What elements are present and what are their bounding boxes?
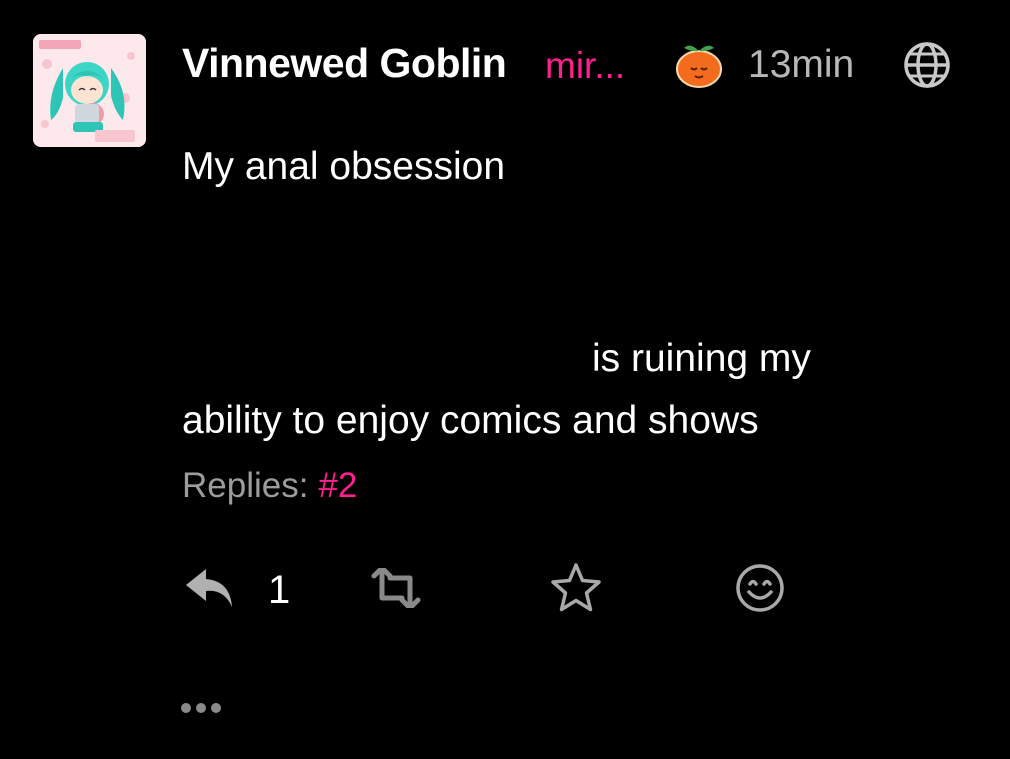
action-bar: 1 xyxy=(182,560,822,624)
boost-icon xyxy=(368,565,424,613)
reply-icon xyxy=(184,565,236,616)
post-header: Vinnewed Goblin mir... 13min xyxy=(182,38,982,94)
post-text-line: is ruining my xyxy=(592,337,811,380)
boost-button[interactable] xyxy=(368,560,424,620)
post-card: Vinnewed Goblin mir... 13min My anal obs… xyxy=(0,0,1010,759)
globe-icon xyxy=(902,40,952,90)
more-options-button[interactable] xyxy=(178,696,228,720)
favourite-button[interactable] xyxy=(550,560,602,620)
replies-label: Replies: xyxy=(182,466,309,505)
author-avatar[interactable] xyxy=(33,34,146,147)
more-options-icon xyxy=(178,703,228,724)
replies-row: Replies: #2 xyxy=(182,466,357,506)
post-timestamp[interactable]: 13min xyxy=(748,43,854,87)
post-text-line: ability to enjoy comics and shows xyxy=(182,399,759,442)
post-text-paragraph: is ruining my ability to enjoy comics an… xyxy=(182,328,902,452)
reply-link[interactable]: #2 xyxy=(318,466,357,505)
smiley-icon xyxy=(734,562,786,619)
reply-button[interactable]: 1 xyxy=(184,560,290,620)
post-text-line: My anal obsession xyxy=(182,145,506,188)
reaction-button[interactable] xyxy=(734,560,786,620)
tangerine-icon xyxy=(672,38,726,90)
author-display-name[interactable]: Vinnewed Goblin xyxy=(182,40,507,87)
star-icon xyxy=(550,562,602,619)
chibi-character-avatar-image xyxy=(33,34,146,147)
reply-count: 1 xyxy=(268,567,291,612)
author-handle[interactable]: mir... xyxy=(545,45,625,87)
